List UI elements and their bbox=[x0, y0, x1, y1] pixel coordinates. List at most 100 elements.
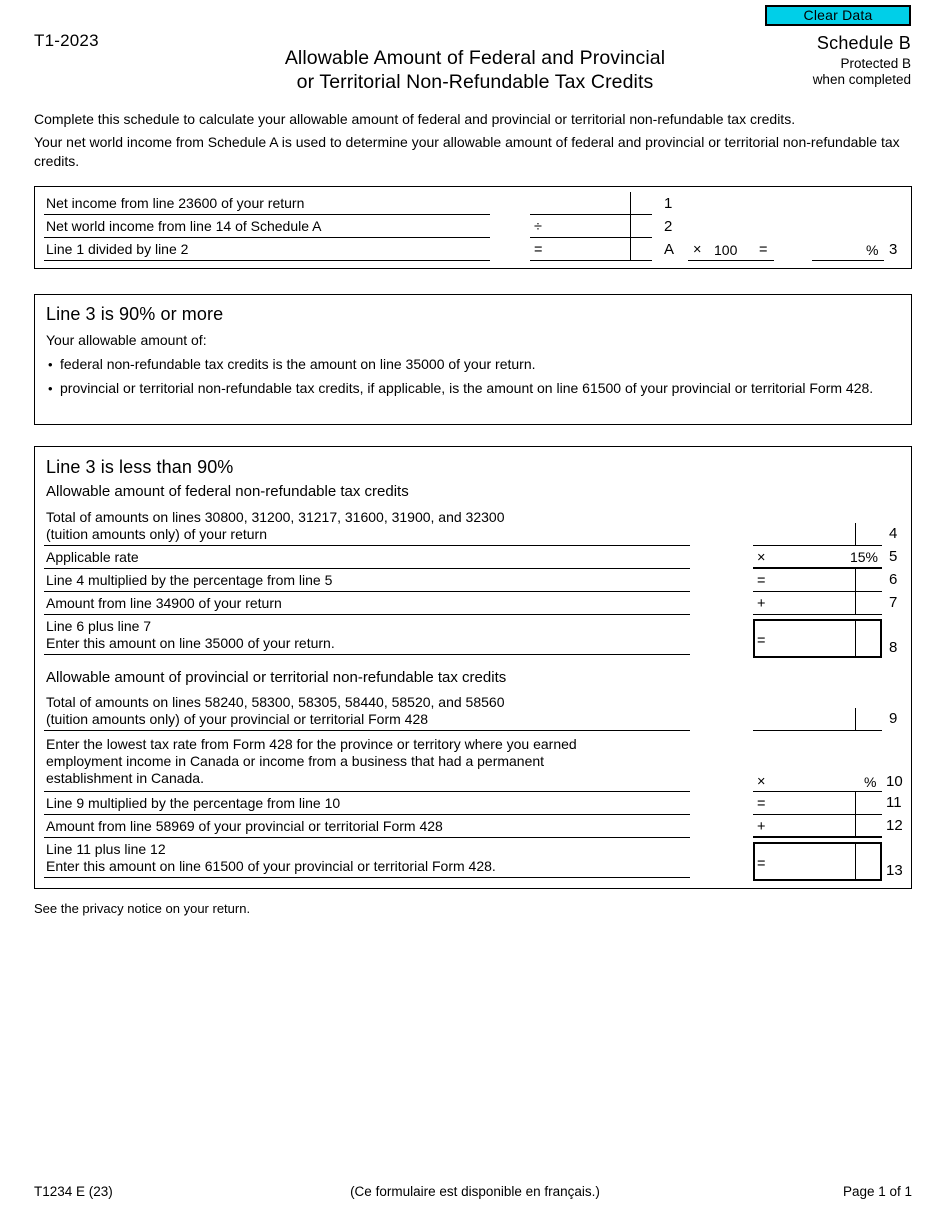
line-6-amount-rule bbox=[753, 591, 882, 592]
line-7-label: Amount from line 34900 of your return bbox=[46, 595, 282, 611]
line-2-label-rule bbox=[44, 237, 490, 238]
plus-icon-line-7: + bbox=[757, 596, 766, 612]
line-9-label-part-2: (tuition amounts only) of your provincia… bbox=[46, 711, 429, 727]
line-1-cents-tick bbox=[630, 192, 631, 214]
marker-a-label: A bbox=[664, 241, 675, 258]
line-number-10: 10 bbox=[886, 773, 903, 790]
line-2-cents-tick bbox=[630, 215, 631, 237]
line-number-4: 4 bbox=[889, 525, 898, 542]
percent-sign-line-3: % bbox=[866, 242, 879, 258]
bullet-item-federal: federal non-refundable tax credits is th… bbox=[60, 356, 536, 372]
line-10-label-part-1: Enter the lowest tax rate from Form 428 … bbox=[46, 736, 577, 752]
line-4-cents-tick bbox=[855, 523, 856, 545]
line-6-cents-tick bbox=[855, 569, 856, 591]
section-heading-90-or-more: Line 3 is 90% or more bbox=[46, 304, 224, 324]
line-4-amount-rule bbox=[753, 545, 882, 546]
line-number-12: 12 bbox=[886, 817, 903, 834]
form-page: Clear Data T1-2023 Allowable Amount of F… bbox=[0, 0, 950, 1230]
line-3-label-rule bbox=[44, 260, 490, 261]
equals-icon-line-3: = bbox=[759, 242, 768, 258]
divide-operator-line-2: ÷ bbox=[534, 219, 542, 235]
line-5-rate-field: 15% bbox=[849, 549, 878, 565]
bullet-icon-1: • bbox=[48, 357, 53, 372]
line-10-label-rule bbox=[44, 791, 690, 792]
line-1-label-rule bbox=[44, 214, 490, 215]
line-13-label-part-1: Line 11 plus line 12 bbox=[46, 841, 166, 857]
line-number-11: 11 bbox=[886, 794, 902, 811]
line-5-amount-rule bbox=[753, 567, 882, 569]
line-3-amount-rule bbox=[530, 260, 652, 261]
line-11-label: Line 9 multiplied by the percentage from… bbox=[46, 795, 341, 811]
bullet-icon-2: • bbox=[48, 381, 53, 396]
line-number-5: 5 bbox=[889, 548, 898, 565]
line-number-2: 2 bbox=[664, 218, 673, 235]
line-number-7: 7 bbox=[889, 594, 898, 611]
line-1-label: Net income from line 23600 of your retur… bbox=[46, 195, 305, 211]
line-10-label-part-3: establishment in Canada. bbox=[46, 770, 204, 786]
line-number-6: 6 bbox=[889, 571, 898, 588]
line-13-label-rule bbox=[44, 877, 690, 878]
line-8-cents-tick bbox=[855, 620, 856, 657]
subheading-federal-credits: Allowable amount of federal non-refundab… bbox=[46, 483, 409, 500]
plus-sign-line-12: + bbox=[757, 819, 766, 835]
marker-a-rule bbox=[688, 260, 774, 261]
line-9-label-rule bbox=[44, 730, 690, 731]
line-8-label-part-2: Enter this amount on line 35000 of your … bbox=[46, 635, 335, 651]
line-6-label-rule bbox=[44, 591, 690, 592]
line-8-label-part-1: Line 6 plus line 7 bbox=[46, 618, 152, 634]
line-1-amount-rule bbox=[530, 214, 652, 215]
bullet-item-provincial: provincial or territorial non-refundable… bbox=[60, 380, 874, 396]
protected-b-label: Protected B bbox=[840, 56, 911, 71]
line-12-label-rule bbox=[44, 837, 690, 838]
page-number-label: Page 1 of 1 bbox=[842, 1184, 912, 1199]
when-completed-label: when completed bbox=[812, 72, 911, 87]
line-3-label: Line 1 divided by line 2 bbox=[46, 241, 189, 257]
form-id-label: T1-2023 bbox=[34, 31, 99, 50]
line-11-cents-tick bbox=[855, 792, 856, 814]
percent-sign-line-10: % bbox=[864, 774, 877, 790]
line-10-label-part-2: employment income in Canada or income fr… bbox=[46, 753, 545, 769]
multiplier-100-label: 100 bbox=[714, 242, 738, 258]
line-9-label-part-1: Total of amounts on lines 58240, 58300, … bbox=[46, 694, 505, 710]
clear-data-button[interactable]: Clear Data bbox=[765, 5, 911, 26]
line-7-cents-tick bbox=[855, 592, 856, 614]
schedule-label: Schedule B bbox=[816, 33, 911, 53]
equals-icon-line-8: = bbox=[757, 633, 766, 649]
line-11-amount-rule bbox=[753, 814, 882, 815]
line-5-label-rule bbox=[44, 568, 690, 569]
line-number-13: 13 bbox=[886, 862, 903, 879]
intro-paragraph-2: Your net world income from Schedule A is… bbox=[34, 134, 900, 169]
line-4-label-rule bbox=[44, 545, 690, 546]
line-4-label-part-2: (tuition amounts only) of your return bbox=[46, 526, 267, 542]
section-heading-less-than-90: Line 3 is less than 90% bbox=[46, 457, 234, 477]
subheading-provincial-credits: Allowable amount of provincial or territ… bbox=[46, 669, 507, 686]
line-7-amount-rule bbox=[753, 614, 882, 615]
equals-icon-line-6: = bbox=[757, 573, 766, 589]
line-12-label: Amount from line 58969 of your provincia… bbox=[46, 818, 443, 834]
line-9-amount-rule bbox=[753, 730, 882, 731]
line-11-label-rule bbox=[44, 814, 690, 815]
equals-operator-line-3: = bbox=[534, 242, 543, 258]
line-9-cents-tick bbox=[855, 708, 856, 730]
line-6-label: Line 4 multiplied by the percentage from… bbox=[46, 572, 333, 588]
equals-icon-line-13: = bbox=[757, 856, 766, 872]
line-10-rate-rule bbox=[753, 791, 882, 792]
multiply-icon-line-5: × bbox=[757, 550, 766, 566]
line-13-cents-tick bbox=[855, 843, 856, 880]
line-number-1: 1 bbox=[664, 195, 673, 212]
line-8-total-box bbox=[753, 619, 882, 658]
multiply-icon-line-10: × bbox=[757, 774, 766, 790]
line-5-label: Applicable rate bbox=[46, 549, 139, 565]
line-13-total-box bbox=[753, 842, 882, 881]
line-12-cents-tick bbox=[855, 815, 856, 836]
intro-paragraph-1: Complete this schedule to calculate your… bbox=[34, 111, 796, 127]
line-4-label-part-1: Total of amounts on lines 30800, 31200, … bbox=[46, 509, 505, 525]
multiply-icon: × bbox=[693, 242, 702, 258]
line-7-label-rule bbox=[44, 614, 690, 615]
line-number-3: 3 bbox=[889, 241, 898, 258]
line-12-amount-rule bbox=[753, 836, 882, 838]
line-number-9: 9 bbox=[889, 710, 898, 727]
line-2-amount-rule bbox=[530, 237, 652, 238]
line-2-label: Net world income from line 14 of Schedul… bbox=[46, 218, 322, 234]
privacy-notice: See the privacy notice on your return. bbox=[34, 901, 251, 916]
